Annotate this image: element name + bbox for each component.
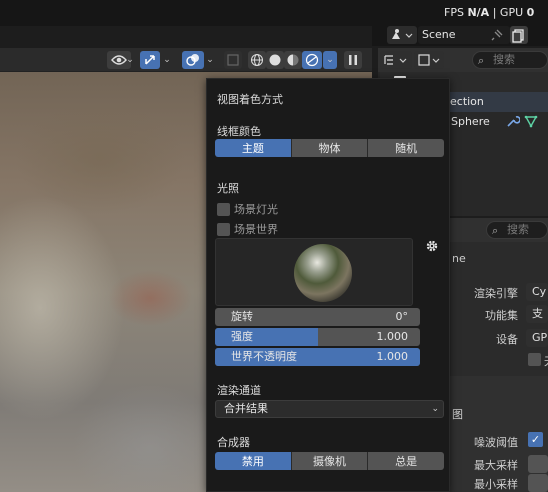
feature-set-dropdown[interactable]: 支 [526, 305, 548, 323]
render-pass-value: 合并结果 [224, 402, 268, 415]
overlay-icon [186, 54, 199, 66]
pause-icon [349, 55, 357, 65]
world-opacity-slider[interactable]: 世界不透明度 1.000 [215, 348, 420, 366]
strength-value: 1.000 [376, 330, 409, 343]
device-label: 设备 [496, 333, 518, 346]
gear-icon[interactable] [425, 239, 439, 253]
gpu-value: 0 [526, 6, 535, 19]
material-icon [287, 54, 299, 66]
compositor-disabled-option[interactable]: 禁用 [215, 452, 292, 470]
compositor-always-option[interactable]: 总是 [368, 452, 444, 470]
properties-search-placeholder: 搜索 [507, 223, 529, 236]
gizmo-toggle[interactable] [140, 51, 160, 69]
scene-world-toggle[interactable]: 场景世界 [217, 221, 278, 237]
outliner-display-mode[interactable] [380, 51, 412, 69]
strength-slider[interactable]: 强度 1.000 [215, 328, 420, 346]
render-pass-dropdown[interactable]: 合并结果 ⌄ [215, 400, 444, 418]
viewport-shading-popover: 视图着色方式 线框颜色 主题 物体 随机 光照 场景灯光 场景世界 旋转 0° … [206, 78, 450, 492]
scene-world-label: 场景世界 [234, 223, 278, 236]
scene-lights-label: 场景灯光 [234, 203, 278, 216]
pause-button[interactable] [344, 51, 362, 69]
gpu-label: GPU [499, 6, 524, 19]
feature-set-label: 功能集 [485, 309, 518, 322]
top-bar: FPS N/A | GPU 0 [0, 0, 548, 26]
mesh-icon[interactable] [524, 114, 538, 128]
scene-icon [392, 29, 413, 39]
hdri-preview[interactable] [215, 238, 413, 306]
shading-rendered-button[interactable] [302, 51, 322, 69]
compositor-selector: 禁用 摄像机 总是 [215, 452, 444, 470]
search-icon: ⌕ [492, 224, 499, 237]
device-dropdown[interactable]: GP [526, 329, 548, 347]
xray-icon [227, 54, 239, 66]
lighting-label: 光照 [217, 182, 239, 195]
shading-solid-button[interactable] [266, 51, 284, 69]
copy-scene-button[interactable] [510, 26, 528, 44]
wire-color-label: 线框颜色 [217, 125, 261, 138]
xray-toggle[interactable] [224, 51, 242, 69]
compositor-camera-option[interactable]: 摄像机 [291, 452, 369, 470]
render-pass-label: 渲染通道 [217, 384, 261, 397]
wire-color-random-option[interactable]: 随机 [368, 139, 444, 157]
pin-icon[interactable] [490, 28, 504, 42]
popover-title: 视图着色方式 [217, 93, 283, 106]
overlay-caret[interactable]: ⌄ [204, 51, 216, 69]
checkbox-label-fragment: 无 [544, 353, 548, 369]
copy-icon [512, 29, 524, 43]
open-shading-checkbox[interactable] [528, 353, 541, 366]
wire-color-object-option[interactable]: 物体 [291, 139, 369, 157]
shading-options-caret[interactable]: ⌄ [323, 51, 337, 69]
properties-search-input[interactable]: ⌕ 搜索 [486, 221, 548, 239]
shading-wireframe-button[interactable] [248, 51, 266, 69]
wrench-icon[interactable] [506, 114, 520, 128]
min-samples-field[interactable] [528, 474, 548, 492]
max-samples-field[interactable] [528, 455, 548, 473]
scene-lights-toggle[interactable]: 场景灯光 [217, 201, 278, 217]
hdri-sphere [294, 244, 352, 302]
outliner-search-placeholder: 搜索 [493, 53, 515, 66]
overlay-toggle[interactable] [182, 51, 204, 69]
noise-threshold-checkbox[interactable]: ✓ [528, 432, 543, 447]
gizmo-icon [145, 55, 155, 65]
scene-lights-checkbox[interactable] [217, 202, 230, 216]
world-opacity-label: 世界不透明度 [231, 350, 297, 363]
outliner-filter[interactable] [414, 51, 444, 69]
solid-icon [269, 54, 281, 66]
outliner-icon [384, 55, 407, 65]
rotation-value: 0° [395, 310, 409, 323]
fps-label: FPS [444, 6, 464, 19]
fps-value: N/A [467, 6, 490, 19]
filter-icon [418, 54, 440, 66]
fps-separator: | [492, 6, 497, 19]
min-samples-label: 最小采样 [474, 478, 518, 491]
chevron-down-icon: ⌄ [431, 404, 439, 414]
max-samples-label: 最大采样 [474, 459, 518, 472]
search-icon: ⌕ [478, 54, 485, 67]
object-label: Sphere [451, 115, 490, 128]
noise-threshold-label: 噪波阈值 [474, 436, 518, 449]
section-title-fragment: 图 [452, 408, 463, 421]
collection-label: ection [450, 95, 484, 108]
scene-world-checkbox[interactable] [217, 222, 230, 236]
compositor-label: 合成器 [217, 436, 250, 449]
render-engine-label: 渲染引擎 [474, 287, 518, 300]
shading-material-button[interactable] [284, 51, 302, 69]
render-engine-dropdown[interactable]: Cy [526, 283, 548, 301]
scene-name-fragment: ne [452, 252, 466, 265]
fps-readout: FPS N/A | GPU 0 [444, 6, 534, 19]
world-opacity-value: 1.000 [376, 350, 409, 363]
scene-type-dropdown[interactable] [387, 26, 417, 44]
wire-color-theme-option[interactable]: 主题 [215, 139, 292, 157]
strength-label: 强度 [231, 330, 253, 343]
wireframe-icon [251, 54, 263, 66]
gizmo-caret[interactable]: ⌄ [161, 51, 173, 69]
rotation-label: 旋转 [231, 310, 253, 323]
visibility-caret[interactable]: ⌄ [124, 51, 136, 69]
outliner-search-input[interactable]: ⌕ 搜索 [472, 51, 548, 69]
rendered-icon [305, 53, 319, 67]
rotation-slider[interactable]: 旋转 0° [215, 308, 420, 326]
wire-color-selector: 主题 物体 随机 [215, 139, 444, 157]
